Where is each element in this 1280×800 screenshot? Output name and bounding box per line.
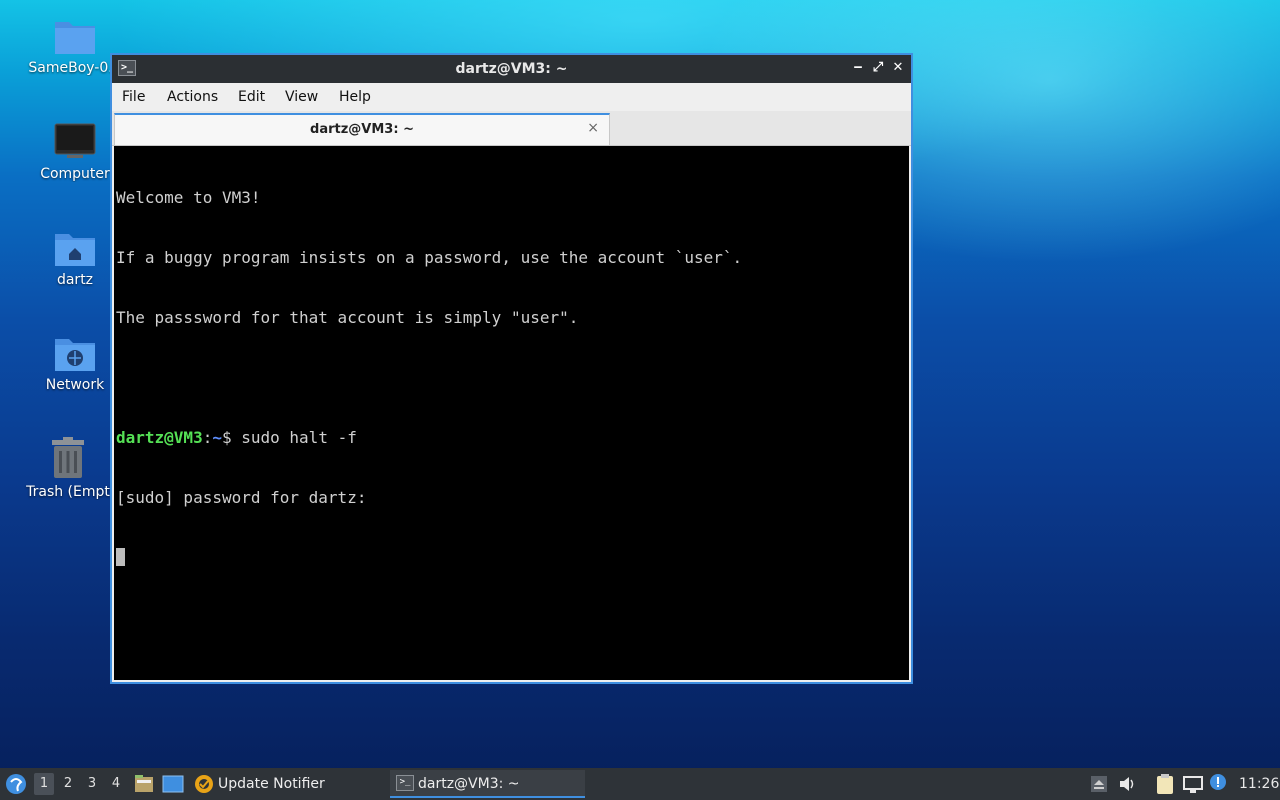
menu-actions[interactable]: Actions: [167, 89, 218, 105]
terminal-icon: >_: [396, 775, 414, 791]
window-titlebar[interactable]: >_ dartz@VM3: ~ ‒ ⤢ ✕: [112, 55, 911, 83]
terminal-command: sudo halt -f: [241, 428, 357, 447]
tab-terminal[interactable]: dartz@VM3: ~ ×: [114, 113, 610, 145]
tab-label: dartz@VM3: ~: [310, 122, 414, 137]
close-button[interactable]: ✕: [889, 59, 907, 77]
terminal-line: Welcome to VM3!: [116, 188, 261, 207]
terminal-window[interactable]: >_ dartz@VM3: ~ ‒ ⤢ ✕ File Actions Edit …: [110, 53, 913, 684]
task-terminal[interactable]: >_ dartz@VM3: ~: [390, 770, 585, 798]
maximize-button[interactable]: ⤢: [869, 59, 887, 77]
desktop-icon-label: Trash (Empt: [26, 484, 110, 500]
text-cursor: [116, 548, 125, 566]
terminal-cursor-line: [116, 548, 909, 568]
minimize-button[interactable]: ‒: [849, 59, 867, 77]
file-manager-launcher-icon[interactable]: [134, 774, 154, 794]
taskbar: 1 2 3 4 Update Notifier >_ dartz@VM3: ~: [0, 768, 1280, 800]
desktop-icon-trash[interactable]: Trash (Empt: [18, 436, 118, 500]
menu-view[interactable]: View: [285, 89, 318, 105]
task-update-notifier[interactable]: Update Notifier: [192, 770, 382, 798]
notification-icon[interactable]: [1209, 773, 1227, 791]
start-menu-icon[interactable]: [5, 773, 27, 795]
menubar: File Actions Edit View Help: [112, 83, 911, 111]
volume-icon[interactable]: [1118, 775, 1138, 793]
workspace-3[interactable]: 3: [82, 773, 102, 795]
menu-help[interactable]: Help: [339, 89, 371, 105]
tab-bar: dartz@VM3: ~ ×: [112, 111, 911, 146]
clipboard-icon[interactable]: [1155, 773, 1175, 795]
eject-icon[interactable]: [1090, 775, 1108, 793]
terminal-line: [sudo] password for dartz:: [116, 488, 367, 507]
prompt-symbol: $: [221, 428, 242, 447]
prompt-user: dartz@VM3: [116, 428, 203, 447]
terminal-line: If a buggy program insists on a password…: [116, 248, 743, 267]
network-icon[interactable]: [1182, 774, 1204, 794]
show-desktop-icon[interactable]: [162, 774, 184, 794]
terminal-prompt-line: dartz@VM3:~$ sudo halt -f: [116, 428, 909, 448]
home-folder-icon: [55, 234, 95, 266]
menu-file[interactable]: File: [122, 89, 145, 105]
terminal-line: The passsword for that account is simply…: [116, 308, 579, 327]
trash-icon: [52, 437, 84, 478]
clock[interactable]: 11:26: [1239, 768, 1279, 800]
update-notifier-icon: [195, 775, 213, 793]
computer-icon: [54, 123, 96, 158]
prompt-separator: :: [202, 428, 213, 447]
workspace-1[interactable]: 1: [34, 773, 54, 795]
folder-icon: [55, 22, 95, 54]
network-folder-icon: [55, 339, 95, 371]
workspace-4[interactable]: 4: [106, 773, 126, 795]
terminal-output[interactable]: Welcome to VM3! If a buggy program insis…: [114, 146, 909, 680]
task-label: dartz@VM3: ~: [418, 776, 520, 792]
menu-edit[interactable]: Edit: [238, 89, 265, 105]
prompt-path: ~: [212, 428, 222, 447]
tab-close-icon[interactable]: ×: [587, 120, 599, 136]
workspace-2[interactable]: 2: [58, 773, 78, 795]
task-label: Update Notifier: [218, 776, 325, 792]
window-title: dartz@VM3: ~: [455, 61, 568, 77]
